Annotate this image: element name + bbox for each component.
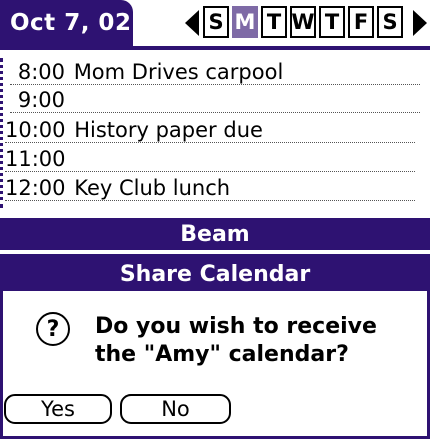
dialog-title: Share Calendar <box>3 257 427 291</box>
event-text: Key Club lunch <box>74 176 231 200</box>
calendar-header: Oct 7, 02 S M T W T F S <box>0 0 430 50</box>
previous-week-arrow-icon[interactable] <box>185 10 199 36</box>
schedule-row-12[interactable]: 12:00 Key Club lunch <box>5 174 415 202</box>
week-day-selector: S M T W T F S <box>203 6 403 38</box>
day-button-sunday[interactable]: S <box>203 6 229 38</box>
next-week-arrow-icon[interactable] <box>413 10 427 36</box>
share-calendar-dialog: Share Calendar ? Do you wish to receive … <box>0 254 430 439</box>
row-divider <box>10 112 420 113</box>
day-button-tuesday[interactable]: T <box>261 6 287 38</box>
no-button[interactable]: No <box>120 394 231 424</box>
event-text: Mom Drives carpool <box>73 60 284 84</box>
schedule-row-8[interactable]: 8:00 Mom Drives carpool <box>10 58 420 86</box>
schedule-row-11[interactable]: 11:00 <box>5 145 415 173</box>
dialog-message-line-1: Do you wish to receive <box>95 314 377 339</box>
dialog-message: Do you wish to receive the "Amy" calenda… <box>95 313 377 369</box>
question-icon: ? <box>36 312 70 346</box>
day-button-wednesday[interactable]: W <box>290 6 316 38</box>
day-button-thursday[interactable]: T <box>319 6 345 38</box>
time-label: 9:00 <box>17 88 65 112</box>
schedule-row-9[interactable]: 9:00 <box>10 86 420 114</box>
event-text: History paper due <box>74 118 263 142</box>
day-button-monday[interactable]: M <box>232 6 258 38</box>
dialog-message-line-2: the "Amy" calendar? <box>95 342 349 367</box>
time-label: 12:00 <box>5 176 66 200</box>
schedule-row-10[interactable]: 10:00 History paper due <box>5 116 415 144</box>
row-divider <box>10 84 420 85</box>
day-button-friday[interactable]: F <box>348 6 374 38</box>
header-divider <box>0 46 430 50</box>
day-button-saturday[interactable]: S <box>377 6 403 38</box>
yes-button[interactable]: Yes <box>4 394 112 424</box>
beam-menu-bar[interactable]: Beam <box>0 218 430 250</box>
time-label: 11:00 <box>5 147 66 171</box>
row-divider <box>5 171 415 172</box>
time-label: 8:00 <box>17 60 65 84</box>
row-divider <box>5 142 415 143</box>
date-tab[interactable]: Oct 7, 02 <box>0 0 133 50</box>
row-divider <box>5 200 415 201</box>
date-label: Oct 7, 02 <box>10 10 132 36</box>
palm-calendar-screen: Oct 7, 02 S M T W T F S 8:00 Mom Drives … <box>0 0 430 439</box>
time-label: 10:00 <box>5 118 66 142</box>
